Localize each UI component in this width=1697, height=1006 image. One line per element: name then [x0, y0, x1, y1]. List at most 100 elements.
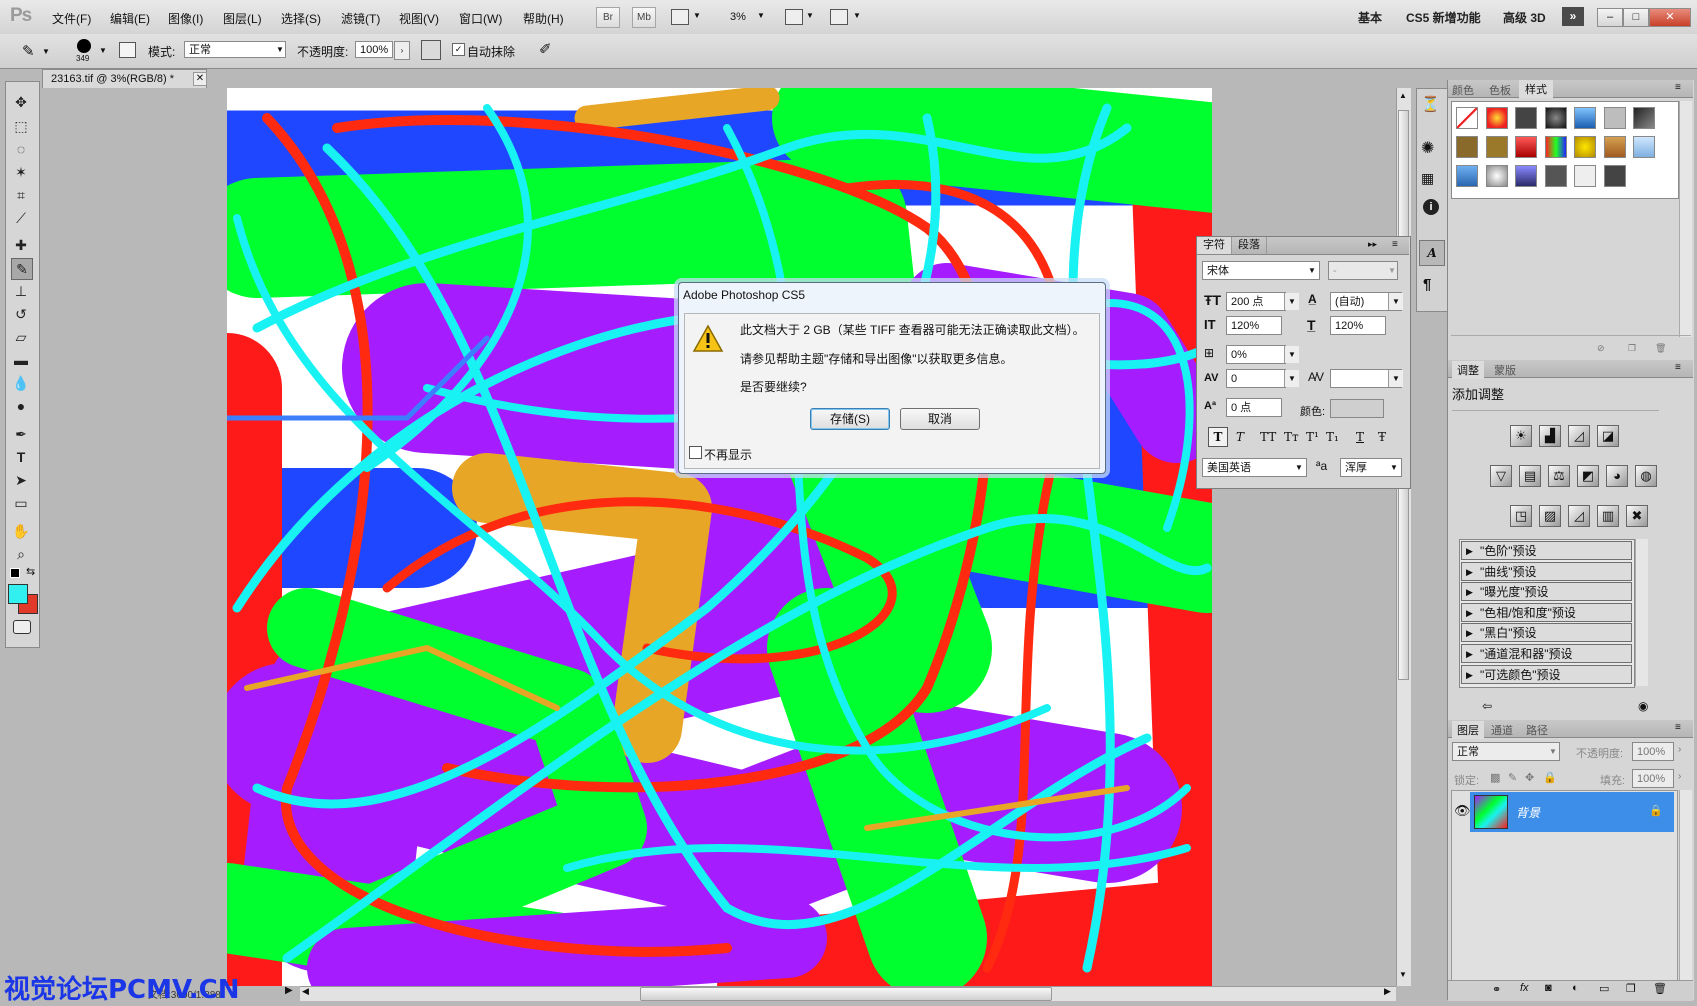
- default-colors-icon[interactable]: [10, 568, 20, 578]
- menu-filter[interactable]: 滤镜(T): [341, 10, 380, 27]
- paragraph-panel-icon[interactable]: ¶: [1423, 276, 1431, 293]
- lock-pixels-icon[interactable]: ✎: [1508, 771, 1517, 784]
- add-mask-icon[interactable]: ◙: [1545, 982, 1552, 994]
- fill-field[interactable]: 100%: [1632, 769, 1674, 788]
- hue-saturation-icon[interactable]: ▤: [1519, 465, 1541, 487]
- status-menu-icon[interactable]: ▶: [285, 985, 293, 996]
- baseline-shift-field[interactable]: 0 点: [1226, 398, 1282, 417]
- eyedropper-tool-icon[interactable]: ⟋: [11, 208, 31, 228]
- chevron-down-icon[interactable]: ▼: [1284, 370, 1299, 387]
- style-swatch[interactable]: [1574, 107, 1596, 129]
- new-style-icon[interactable]: ❐: [1628, 343, 1636, 354]
- info-panel-icon[interactable]: i: [1423, 199, 1439, 215]
- tab-channels[interactable]: 通道: [1491, 722, 1513, 738]
- all-caps-button[interactable]: TT: [1260, 430, 1276, 444]
- small-caps-button[interactable]: Tт: [1284, 430, 1299, 444]
- menu-edit[interactable]: 编辑(E): [110, 10, 150, 27]
- tablet-pressure-icon[interactable]: [421, 40, 441, 60]
- tab-styles[interactable]: 样式: [1519, 80, 1553, 98]
- panel-menu-icon[interactable]: ≡: [1675, 362, 1681, 373]
- layer-style-icon[interactable]: fx: [1520, 982, 1529, 994]
- tab-masks[interactable]: 蒙版: [1494, 362, 1516, 378]
- chevron-down-icon[interactable]: ▼: [1284, 293, 1299, 310]
- eye-icon[interactable]: 👁: [1454, 803, 1471, 819]
- trash-icon[interactable]: 🗑: [1653, 982, 1667, 995]
- preset-item[interactable]: ▶ "色相/饱和度"预设: [1461, 602, 1632, 623]
- healing-brush-tool-icon[interactable]: ✚: [11, 235, 31, 255]
- style-swatch[interactable]: [1633, 107, 1655, 129]
- brush-preview-icon[interactable]: [77, 39, 91, 53]
- style-swatch[interactable]: [1485, 107, 1508, 129]
- font-size-field[interactable]: 200 点: [1226, 292, 1286, 311]
- style-swatch[interactable]: [1633, 136, 1655, 158]
- menu-window[interactable]: 窗口(W): [459, 10, 502, 27]
- menu-select[interactable]: 选择(S): [281, 10, 321, 27]
- fill-slider-icon[interactable]: ›: [1678, 771, 1681, 782]
- presets-scrollbar[interactable]: [1635, 539, 1648, 686]
- close-icon[interactable]: ✕: [1649, 8, 1691, 27]
- style-swatch[interactable]: [1456, 136, 1478, 158]
- zoom-level[interactable]: 3%: [730, 11, 746, 23]
- marquee-tool-icon[interactable]: ⬚: [11, 116, 31, 136]
- tab-character[interactable]: 字符: [1197, 237, 1232, 254]
- histogram-panel-icon[interactable]: ▦: [1421, 170, 1434, 187]
- scroll-down-icon[interactable]: ▼: [1398, 970, 1408, 979]
- scroll-right-icon[interactable]: ▶: [1384, 986, 1391, 997]
- preset-item[interactable]: ▶ "通道混和器"预设: [1461, 644, 1632, 663]
- workspace-3d[interactable]: 高级 3D: [1503, 9, 1546, 26]
- strikethrough-button[interactable]: Ŧ: [1378, 430, 1386, 444]
- pencil-tool-icon[interactable]: ✎: [22, 42, 35, 60]
- workspace-essentials[interactable]: 基本: [1358, 9, 1382, 26]
- scroll-up-icon[interactable]: ▲: [1398, 91, 1408, 100]
- opacity-slider-icon[interactable]: ›: [1678, 744, 1681, 755]
- style-swatch[interactable]: [1515, 165, 1537, 187]
- chevron-down-icon[interactable]: ▼: [1388, 370, 1403, 387]
- bridge-button[interactable]: Br: [596, 7, 620, 28]
- expand-triangle-icon[interactable]: ▶: [1466, 604, 1473, 623]
- panel-collapse-icon[interactable]: ▸▸: [1368, 239, 1377, 250]
- screen-mode-icon[interactable]: [830, 9, 848, 25]
- menu-image[interactable]: 图像(I): [168, 10, 203, 27]
- preview-toggle-icon[interactable]: ◉: [1638, 699, 1648, 713]
- style-swatch[interactable]: [1515, 136, 1537, 158]
- panel-menu-icon[interactable]: ≡: [1392, 239, 1398, 250]
- style-swatch[interactable]: [1544, 136, 1567, 158]
- font-family-select[interactable]: 宋体: [1202, 261, 1320, 280]
- preset-item[interactable]: ▶ "黑白"预设: [1461, 623, 1632, 643]
- chevron-down-icon[interactable]: ▼: [1388, 293, 1403, 310]
- cancel-button[interactable]: 取消: [900, 408, 980, 430]
- zoom-tool-icon[interactable]: ⌕: [11, 544, 31, 564]
- style-swatch[interactable]: [1603, 107, 1626, 129]
- photo-filter-icon[interactable]: ◕: [1606, 465, 1628, 487]
- document-tab[interactable]: 23163.tif @ 3%(RGB/8) *: [42, 69, 207, 88]
- brightness-contrast-icon[interactable]: ☀: [1510, 425, 1532, 447]
- vibrance-icon[interactable]: ▽: [1490, 465, 1512, 487]
- tsume-field[interactable]: 0%: [1226, 345, 1286, 364]
- layer-opacity-field[interactable]: 100%: [1632, 742, 1674, 761]
- clone-stamp-tool-icon[interactable]: ⊥: [11, 281, 31, 301]
- preset-item[interactable]: ▶ "色阶"预设: [1461, 541, 1632, 560]
- character-panel-icon[interactable]: A: [1419, 240, 1445, 266]
- clear-style-icon[interactable]: ⊘: [1597, 343, 1605, 354]
- style-swatch[interactable]: [1574, 136, 1596, 158]
- rectangle-tool-icon[interactable]: ▭: [11, 493, 31, 513]
- panel-menu-icon[interactable]: ≡: [1675, 82, 1681, 93]
- workspace-cs5-new[interactable]: CS5 新增功能: [1406, 9, 1481, 26]
- tablet-size-icon[interactable]: ✐: [539, 40, 552, 58]
- preset-item[interactable]: ▶ "曝光度"预设: [1461, 582, 1632, 602]
- color-balance-icon[interactable]: ⚖: [1548, 465, 1570, 487]
- dont-show-checkbox[interactable]: [689, 446, 702, 459]
- quick-mask-icon[interactable]: [13, 620, 31, 634]
- menu-file[interactable]: 文件(F): [52, 10, 91, 27]
- tab-paragraph[interactable]: 段落: [1232, 237, 1267, 254]
- history-panel-icon[interactable]: ⏳: [1421, 95, 1440, 113]
- brush-panel-icon[interactable]: [119, 42, 136, 58]
- menu-layer[interactable]: 图层(L): [223, 10, 262, 27]
- kerning-field[interactable]: 0: [1226, 369, 1286, 388]
- blend-mode-select[interactable]: 正常: [1452, 742, 1560, 761]
- minimize-icon[interactable]: –: [1597, 8, 1623, 27]
- quick-select-tool-icon[interactable]: ✶: [11, 162, 31, 182]
- style-swatch[interactable]: [1544, 165, 1567, 187]
- subscript-button[interactable]: T₁: [1326, 430, 1339, 444]
- curves-icon[interactable]: ◿: [1568, 425, 1590, 447]
